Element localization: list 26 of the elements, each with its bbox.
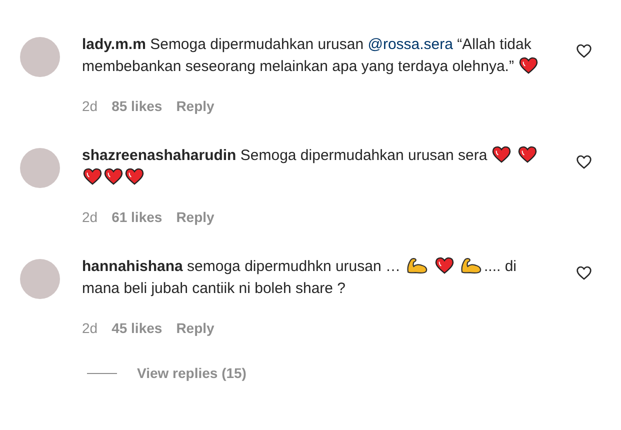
heart-emoji-icon (519, 57, 538, 74)
heart-emoji-icon (434, 257, 454, 274)
flexed-arm-emoji-icon (406, 257, 429, 274)
comment-text: hannahishana semoga dipermudhkn urusan … .... di mana beli jubah cantiik ni boleh share ? (82, 256, 518, 299)
like-heart-icon[interactable] (576, 43, 592, 59)
like-heart-icon[interactable] (576, 154, 592, 170)
comment-age: 2d (82, 98, 98, 114)
comment-age: 2d (82, 320, 98, 336)
comment-text: shazreenashaharudin Semoga dipermudahkan urusan sera (82, 145, 550, 189)
view-replies-button[interactable]: View replies (15) (137, 365, 246, 381)
heart-emoji-icon (83, 168, 102, 185)
flexed-arm-emoji-icon (460, 257, 483, 274)
likes-count[interactable]: 45 likes (112, 320, 162, 336)
like-heart-icon[interactable] (576, 265, 592, 281)
reply-button[interactable]: Reply (176, 320, 214, 336)
reply-button[interactable]: Reply (176, 209, 214, 225)
comment-text: lady.m.m Semoga dipermudahkan urusan @rossa.sera “Allah tidak membebankan seseorang melainkan apa yang terdaya olehnya.” (82, 34, 550, 78)
reply-button[interactable]: Reply (176, 98, 214, 114)
likes-count[interactable]: 85 likes (112, 98, 162, 114)
likes-count[interactable]: 61 likes (112, 209, 162, 225)
heart-emoji-icon (492, 146, 512, 163)
mention-link[interactable]: @rossa.sera (368, 36, 453, 53)
heart-emoji-icon (104, 168, 123, 185)
heart-emoji-icon (518, 146, 537, 163)
comment-age: 2d (82, 209, 98, 225)
heart-emoji-icon (125, 168, 144, 185)
